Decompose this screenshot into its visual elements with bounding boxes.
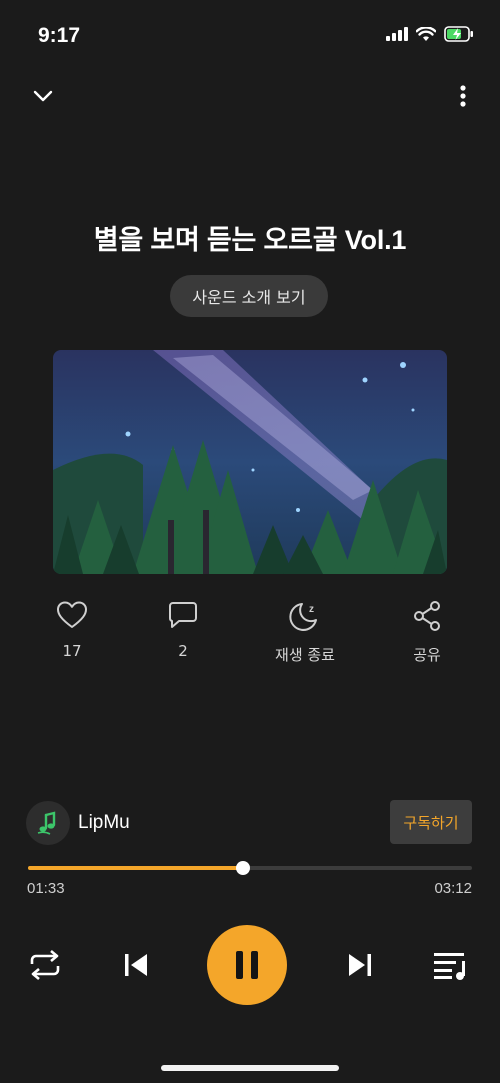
share-label: 공유 bbox=[413, 646, 441, 664]
progress-bar[interactable] bbox=[28, 861, 472, 875]
sleep-timer-action[interactable]: z 재생 종료 bbox=[250, 600, 360, 665]
artist-row[interactable]: LipMu bbox=[26, 800, 130, 846]
skip-previous-icon[interactable] bbox=[121, 951, 151, 979]
heart-icon[interactable] bbox=[56, 600, 88, 630]
share-icon[interactable] bbox=[411, 600, 443, 632]
svg-text:z: z bbox=[309, 604, 314, 615]
status-bar: 9:17 bbox=[0, 0, 500, 70]
skip-next-icon[interactable] bbox=[345, 951, 375, 979]
playlist-icon[interactable] bbox=[432, 950, 468, 980]
subscribe-button[interactable]: 구독하기 bbox=[390, 800, 472, 844]
share-action[interactable]: 공유 bbox=[372, 600, 482, 665]
status-icons bbox=[386, 26, 474, 42]
repeat-button[interactable] bbox=[26, 947, 64, 983]
more-vertical-icon[interactable] bbox=[454, 82, 472, 110]
moon-icon[interactable]: z bbox=[288, 600, 322, 632]
next-button[interactable] bbox=[342, 947, 378, 983]
playback-controls bbox=[0, 925, 500, 1005]
track-title: 별을 보며 듣는 오르골 Vol.1 bbox=[93, 225, 407, 255]
repeat-icon[interactable] bbox=[28, 949, 62, 981]
playlist-button[interactable] bbox=[430, 947, 470, 983]
like-count: 17 bbox=[62, 642, 82, 660]
chevron-down-icon[interactable] bbox=[30, 82, 56, 108]
pause-icon[interactable] bbox=[234, 949, 260, 981]
action-row: 17 2 z 재생 종료 공유 bbox=[0, 600, 500, 680]
battery-charging-icon bbox=[444, 26, 473, 42]
comment-count: 2 bbox=[178, 642, 188, 660]
pause-button[interactable] bbox=[207, 925, 287, 1005]
comment-icon[interactable] bbox=[167, 600, 199, 630]
previous-button[interactable] bbox=[118, 947, 154, 983]
sound-intro-button[interactable]: 사운드 소개 보기 bbox=[170, 275, 328, 317]
night-sky-forest-image bbox=[53, 350, 447, 574]
status-time: 9:17 bbox=[38, 24, 81, 47]
sleep-timer-label: 재생 종료 bbox=[275, 646, 335, 664]
like-action[interactable]: 17 bbox=[17, 600, 127, 660]
wifi-icon bbox=[416, 26, 436, 41]
top-bar bbox=[0, 78, 500, 114]
avatar[interactable] bbox=[26, 801, 70, 845]
album-cover bbox=[53, 350, 447, 574]
comment-action[interactable]: 2 bbox=[128, 600, 238, 660]
total-time: 03:12 bbox=[434, 880, 472, 897]
elapsed-time: 01:33 bbox=[27, 880, 65, 897]
progress-fill bbox=[28, 866, 243, 870]
signal-icon bbox=[386, 27, 408, 41]
home-indicator[interactable] bbox=[161, 1065, 339, 1071]
music-note-logo-icon bbox=[37, 811, 56, 835]
progress-knob[interactable] bbox=[235, 861, 250, 875]
artist-name[interactable]: LipMu bbox=[78, 812, 130, 834]
